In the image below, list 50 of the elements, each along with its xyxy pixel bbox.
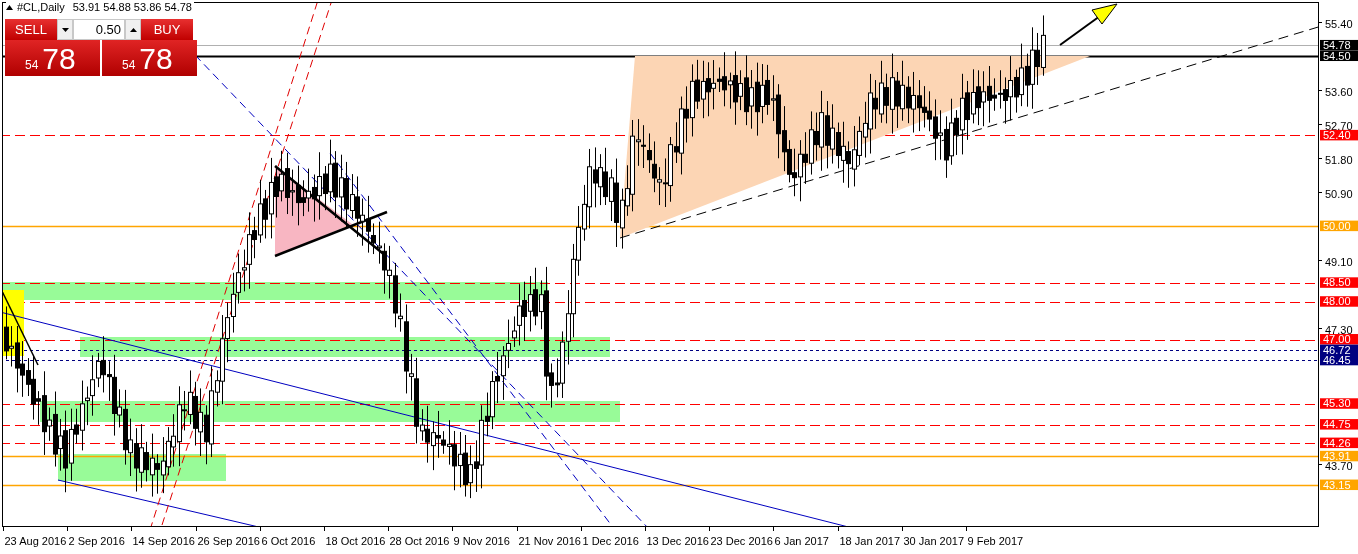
date-axis-label: 9 Nov 2016 bbox=[453, 535, 510, 547]
ohlc-values: 53.91 54.88 53.86 54.78 bbox=[72, 1, 192, 13]
price-axis-label: 55.40 bbox=[1325, 17, 1353, 30]
increase-button[interactable] bbox=[125, 19, 141, 40]
down-caret-icon bbox=[61, 27, 69, 32]
date-axis-label: 21 Nov 2016 bbox=[518, 535, 581, 547]
price-tag-label: 45.30 bbox=[1323, 397, 1351, 410]
price-axis-label: 47.30 bbox=[1325, 323, 1353, 336]
date-axis-label: 26 Sep 2016 bbox=[197, 535, 260, 547]
decrease-button[interactable] bbox=[57, 19, 73, 40]
price-tag-label: 46.45 bbox=[1323, 353, 1351, 366]
lot-size-field[interactable]: 0.50 bbox=[73, 19, 125, 40]
price-axis-label: 50.90 bbox=[1325, 187, 1353, 200]
price-tag-label: 43.15 bbox=[1323, 478, 1351, 491]
price-tag-label: 43.91 bbox=[1323, 449, 1351, 462]
date-axis-label: 23 Aug 2016 bbox=[4, 535, 67, 547]
buy-button[interactable]: BUY bbox=[141, 19, 193, 40]
price-tag-label: 48.50 bbox=[1323, 276, 1351, 289]
date-axis-label: 2 Sep 2016 bbox=[68, 535, 125, 547]
price-axis-label: 53.60 bbox=[1325, 85, 1353, 98]
price-tag-label: 44.26 bbox=[1323, 436, 1351, 449]
date-axis-label: 28 Oct 2016 bbox=[389, 535, 450, 547]
triangle-icon[interactable] bbox=[6, 4, 13, 10]
price-tag-label: 47.00 bbox=[1323, 333, 1351, 345]
date-axis-label: 6 Oct 2016 bbox=[261, 535, 316, 547]
price-axis-label: 51.80 bbox=[1325, 153, 1353, 166]
buy-price-button[interactable]: 54 78 bbox=[102, 40, 197, 76]
price-tag-label: 44.75 bbox=[1323, 418, 1351, 431]
arrow-icon bbox=[1059, 3, 1118, 46]
date-axis-label: 1 Dec 2016 bbox=[582, 535, 639, 547]
date-axis-label: 18 Jan 2017 bbox=[839, 535, 901, 547]
date-axis-label: 9 Feb 2017 bbox=[967, 535, 1024, 547]
price-axis-label: 43.70 bbox=[1325, 459, 1353, 472]
price-axis-label: 49.10 bbox=[1325, 255, 1353, 268]
date-axis-label: 6 Jan 2017 bbox=[774, 535, 829, 547]
price-tag-label: 50.00 bbox=[1323, 219, 1351, 232]
price-tag-label: 54.50 bbox=[1323, 49, 1351, 62]
up-caret-icon bbox=[129, 27, 137, 32]
price-tag-label: 46.72 bbox=[1323, 343, 1351, 356]
sell-button[interactable]: SELL bbox=[5, 19, 57, 40]
price-tag-label: 54.78 bbox=[1323, 38, 1351, 51]
date-axis-label: 23 Dec 2016 bbox=[710, 535, 773, 547]
date-axis-label: 14 Sep 2016 bbox=[132, 535, 195, 547]
date-axis-label: 30 Jan 2017 bbox=[903, 535, 965, 547]
price-axis-label: 52.70 bbox=[1325, 119, 1353, 132]
sell-price-button[interactable]: 54 78 bbox=[5, 40, 100, 76]
date-axis-label: 13 Dec 2016 bbox=[646, 535, 709, 547]
symbol-label: #CL,Daily bbox=[17, 1, 65, 13]
price-tag-label: 48.00 bbox=[1323, 295, 1351, 308]
date-axis-label: 18 Oct 2016 bbox=[325, 535, 386, 547]
